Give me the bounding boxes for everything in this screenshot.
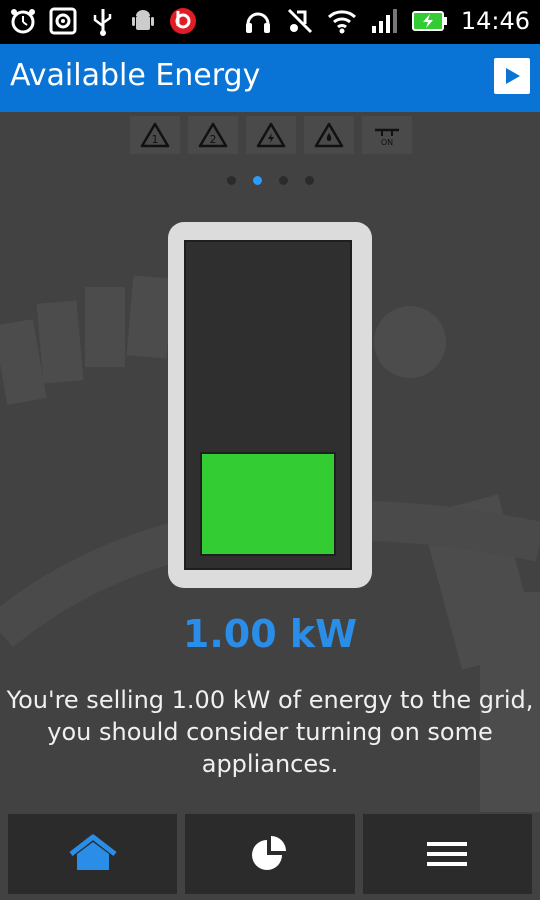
status-time: 14:46 <box>460 7 530 35</box>
tab-warning-lightning[interactable] <box>246 116 296 154</box>
tab-2-label: 2 <box>210 133 217 146</box>
tab-warning-1[interactable]: 1 <box>130 116 180 154</box>
headphones-icon <box>245 12 270 33</box>
home-icon <box>69 834 117 870</box>
tab-warning-2[interactable]: 2 <box>188 116 238 154</box>
pie-chart-icon <box>251 836 286 870</box>
media-icon <box>49 7 77 35</box>
bottom-navigation <box>8 814 532 894</box>
android-debug-icon <box>132 10 154 30</box>
tab-1-label: 1 <box>152 133 159 146</box>
play-button[interactable] <box>494 58 530 94</box>
warning-2-icon: 2 <box>198 122 228 148</box>
status-bar-notifications <box>8 6 198 36</box>
warning-1-icon: 1 <box>140 122 170 148</box>
energy-gauge <box>168 222 372 588</box>
action-bar: Available Energy <box>0 44 540 112</box>
message-line-3: appliances. <box>201 750 339 778</box>
nav-chart-button[interactable] <box>185 814 355 894</box>
page-title: Available Energy <box>10 58 261 93</box>
page-indicator <box>0 176 540 185</box>
play-icon <box>506 68 520 84</box>
alert-tabs: 1 2 ON <box>130 116 412 154</box>
message-line-2: you should consider turning on some <box>47 718 493 746</box>
status-bar-system: 14:46 <box>243 6 530 36</box>
warning-lightning-icon <box>256 122 286 148</box>
tab-switch-on[interactable]: ON <box>362 116 412 154</box>
tab-warning-drop[interactable] <box>304 116 354 154</box>
switch-on-icon: ON <box>375 128 399 147</box>
wifi-icon <box>327 10 356 34</box>
beats-icon <box>170 8 196 34</box>
mute-icon <box>287 8 312 34</box>
nav-home-button[interactable] <box>8 814 178 894</box>
message-line-1: You're selling 1.00 kW of energy to the … <box>6 686 534 714</box>
energy-value: 1.00 kW <box>182 612 358 656</box>
page-dot <box>252 176 262 185</box>
nav-menu-button[interactable] <box>362 814 532 894</box>
alarm-icon <box>11 9 35 34</box>
tab-switch-label: ON <box>381 138 393 147</box>
warning-drop-icon <box>314 122 344 148</box>
page-dot <box>278 176 288 185</box>
energy-gauge-fill <box>200 452 336 556</box>
energy-message: You're selling 1.00 kW of energy to the … <box>0 684 540 780</box>
menu-icon <box>427 842 468 866</box>
page-dot <box>226 176 236 185</box>
usb-icon <box>93 9 112 36</box>
signal-icon <box>371 9 397 33</box>
status-bar: 14:46 <box>0 0 540 44</box>
battery-charging-icon <box>411 11 447 31</box>
page-dot <box>304 176 314 185</box>
